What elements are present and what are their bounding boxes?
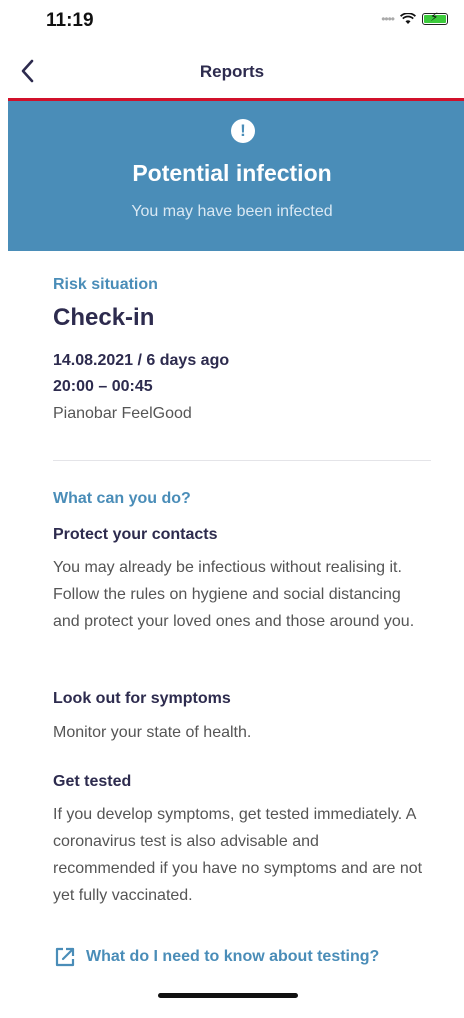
signal-icon: •••• xyxy=(381,12,395,26)
nav-bar: Reports xyxy=(0,48,464,98)
hero-title: Potential infection xyxy=(132,160,332,186)
testing-info-link[interactable]: What do I need to know about testing? xyxy=(54,946,379,968)
home-indicator xyxy=(158,993,298,998)
venue-name: Pianobar FeelGood xyxy=(53,405,192,422)
get-tested-text: If you develop symptoms, get tested imme… xyxy=(53,806,423,904)
protect-contacts-heading: Protect your contacts xyxy=(53,526,218,543)
section-divider xyxy=(53,460,431,461)
symptoms-text: Monitor your state of health. xyxy=(53,724,252,741)
get-tested-heading: Get tested xyxy=(53,773,132,790)
charging-bolt-icon: ⚡ xyxy=(430,10,439,24)
status-icons: •••• ⚡ xyxy=(381,10,448,26)
exposure-date: 14.08.2021 / 6 days ago xyxy=(53,352,230,369)
risk-title: Check-in xyxy=(53,304,155,331)
report-card: Risk situation Check-in 14.08.2021 / 6 d… xyxy=(27,258,457,1018)
protect-contacts-text: You may already be infectious without re… xyxy=(53,559,415,630)
external-link-icon xyxy=(55,947,75,967)
status-time: 11:19 xyxy=(46,10,94,31)
wifi-icon xyxy=(400,13,416,24)
testing-info-link-text: What do I need to know about testing? xyxy=(86,948,380,965)
symptoms-heading: Look out for symptoms xyxy=(53,690,231,707)
status-bar: 11:19 •••• ⚡ xyxy=(0,0,464,44)
warning-icon: ! xyxy=(231,119,255,143)
risk-situation-label: Risk situation xyxy=(53,276,158,293)
page-title: Reports xyxy=(199,62,265,81)
what-can-you-do-label: What can you do? xyxy=(53,490,191,507)
hero-subtitle: You may have been infected xyxy=(131,203,333,220)
exposure-time: 20:00 – 00:45 xyxy=(53,378,153,395)
battery-icon: ⚡ xyxy=(422,10,448,25)
